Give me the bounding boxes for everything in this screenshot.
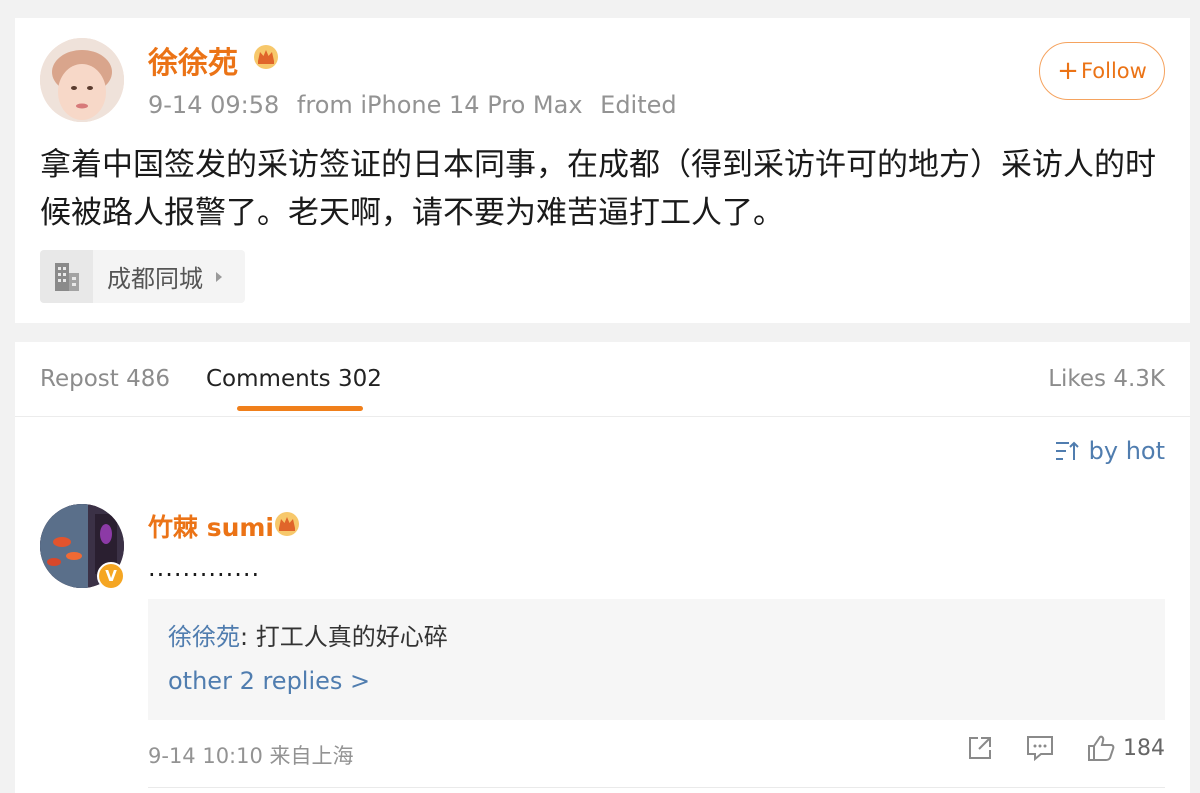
reply-item: 徐徐苑: 打工人真的好心碎 — [168, 617, 448, 652]
verified-badge-icon: V — [97, 562, 125, 590]
tab-likes[interactable]: Likes 4.3K — [1048, 366, 1165, 392]
follow-button[interactable]: + Follow — [1039, 42, 1165, 100]
tab-bar: Repost 486 Comments 302 Likes 4.3K — [15, 342, 1190, 417]
follow-label: Follow — [1080, 59, 1147, 83]
post-source: from iPhone 14 Pro Max — [296, 91, 583, 119]
comment-actions: 184 — [934, 734, 1165, 762]
reply-button[interactable] — [1026, 735, 1054, 761]
chevron-right-icon — [216, 271, 222, 282]
reply-separator: : — [240, 623, 256, 651]
sort-button[interactable]: by hot — [1055, 437, 1165, 465]
comment-icon — [1027, 736, 1053, 761]
building-icon — [40, 250, 93, 303]
tab-comments[interactable]: Comments 302 — [206, 366, 382, 392]
post-meta: 9-14 09:58 from iPhone 14 Pro Max Edited — [148, 91, 687, 119]
comment-text: ............. — [148, 554, 261, 582]
active-tab-indicator — [237, 406, 363, 411]
edited-label[interactable]: Edited — [600, 91, 676, 119]
sort-icon — [1055, 441, 1079, 460]
post-card: 徐徐苑 9-14 09:58 from iPhone 14 Pro Max Ed… — [15, 18, 1190, 323]
thumbs-up-icon — [1088, 735, 1115, 761]
crown-icon — [254, 45, 278, 69]
share-button[interactable] — [967, 735, 993, 761]
commenter-name[interactable]: 竹棘 sumi — [148, 508, 274, 544]
like-count: 184 — [1123, 735, 1165, 761]
reply-text: 打工人真的好心碎 — [255, 623, 448, 651]
plus-icon: + — [1057, 56, 1079, 86]
divider — [148, 787, 1165, 788]
more-replies-link[interactable]: other 2 replies > — [168, 667, 370, 695]
sort-label: by hot — [1088, 437, 1165, 465]
reply-author[interactable]: 徐徐苑 — [168, 623, 240, 651]
reply-preview[interactable]: 徐徐苑: 打工人真的好心碎 other 2 replies > — [148, 599, 1165, 720]
comment-location: 来自上海 — [269, 744, 354, 768]
crown-icon — [275, 512, 299, 536]
post-text: 拿着中国签发的采访签证的日本同事，在成都（得到采访许可的地方）采访人的时候被路人… — [40, 147, 1156, 231]
location-label: 成都同城 — [107, 265, 203, 293]
author-avatar[interactable] — [40, 38, 124, 122]
post-timestamp: 9-14 09:58 — [148, 91, 280, 119]
like-button[interactable]: 184 — [1087, 734, 1165, 762]
share-icon — [969, 737, 991, 759]
location-tag[interactable]: 成都同城 — [40, 250, 245, 303]
comment-timestamp: 9-14 10:10 — [148, 744, 263, 768]
comment-meta: 9-14 10:10 来自上海 — [148, 740, 354, 770]
author-name[interactable]: 徐徐苑 — [148, 38, 238, 82]
tab-repost[interactable]: Repost 486 — [40, 366, 170, 392]
comments-card: Repost 486 Comments 302 Likes 4.3K by ho… — [15, 342, 1190, 793]
